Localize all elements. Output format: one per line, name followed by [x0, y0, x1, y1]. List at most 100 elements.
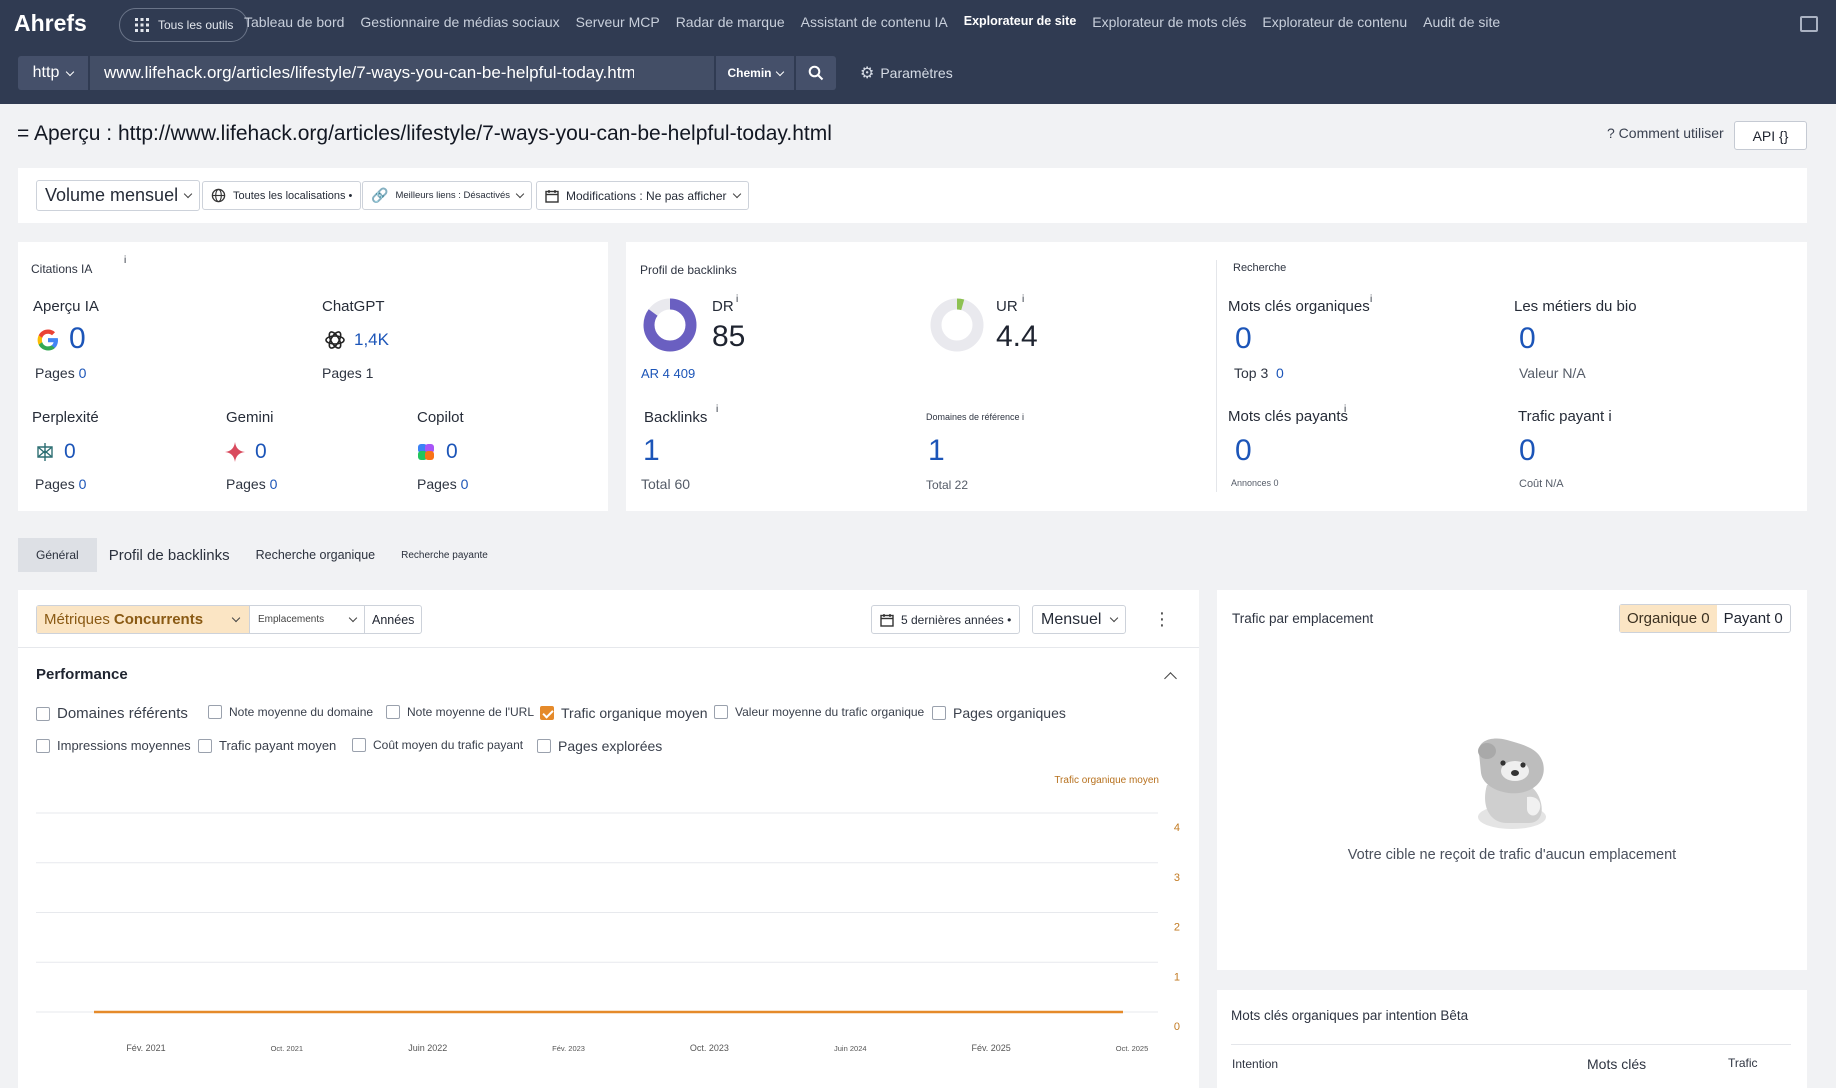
bio-value[interactable]: 0: [1519, 322, 1536, 356]
protocol-select[interactable]: http: [18, 56, 88, 90]
changes-select[interactable]: Modifications : Ne pas afficher: [536, 181, 749, 210]
search-button[interactable]: [796, 56, 836, 90]
checkbox-label: Pages explorées: [558, 738, 663, 754]
how-to-link[interactable]: ? Comment utiliser: [1607, 125, 1724, 141]
ur-value: 4.4: [996, 320, 1038, 353]
checkbox-icon[interactable]: [540, 706, 554, 720]
organic-keywords-value[interactable]: 0: [1235, 322, 1252, 356]
checkbox-icon[interactable]: [714, 705, 728, 719]
info-icon[interactable]: i: [124, 255, 126, 266]
best-links-select[interactable]: 🔗 Meilleurs liens : Désactivés: [362, 181, 533, 210]
paid-toggle[interactable]: Payant 0: [1717, 605, 1790, 632]
tab-paid-search[interactable]: Recherche payante: [393, 538, 506, 572]
nav-item-8[interactable]: Audit de site: [1423, 14, 1500, 30]
checkbox-icon[interactable]: [36, 706, 50, 721]
metric-checkbox-4[interactable]: Valeur moyenne du trafic organique: [714, 705, 924, 719]
col-traffic[interactable]: Trafic: [1728, 1056, 1758, 1070]
ur-info-icon[interactable]: i: [1022, 294, 1024, 305]
checkbox-label: Trafic organique moyen: [561, 705, 708, 721]
ai-overview-pages: Pages 0: [35, 365, 87, 381]
metric-select-value: Concurrents: [113, 611, 204, 628]
interval-select[interactable]: Mensuel: [1032, 605, 1127, 634]
paid-traffic-value[interactable]: 0: [1519, 434, 1536, 468]
checkbox-icon[interactable]: [36, 738, 50, 753]
ai-citations-title: Citations IA: [31, 262, 93, 276]
checkbox-icon[interactable]: [198, 738, 212, 753]
checkbox-label: Valeur moyenne du trafic organique: [735, 705, 925, 719]
settings-button[interactable]: ⚙ Paramètres: [860, 63, 953, 83]
locations-toggle[interactable]: Emplacements: [249, 606, 364, 633]
perplexity-icon: [37, 443, 53, 461]
location-title: Trafic par emplacement: [1232, 611, 1374, 626]
organic-keywords-info-icon[interactable]: i: [1370, 294, 1372, 305]
nav-item-2[interactable]: Serveur MCP: [576, 14, 660, 30]
perplexity-value[interactable]: 0: [64, 440, 76, 464]
paid-keywords-info-icon[interactable]: i: [1344, 404, 1346, 415]
backlinks-info-icon[interactable]: i: [716, 404, 718, 415]
ar-value[interactable]: AR 4 409: [641, 366, 695, 381]
page-title: = Aperçu : http://www.lifehack.org/artic…: [17, 122, 832, 145]
collapse-icon[interactable]: [1164, 670, 1177, 686]
tab-backlinks-profile[interactable]: Profil de backlinks: [97, 538, 248, 572]
paid-keywords-value[interactable]: 0: [1235, 434, 1252, 468]
metric-checkbox-7[interactable]: Trafic payant moyen: [198, 738, 336, 753]
backlinks-label: Backlinks: [644, 409, 708, 426]
organic-toggle[interactable]: Organique 0: [1620, 605, 1717, 632]
metric-checkbox-5[interactable]: Pages organiques: [932, 705, 1066, 721]
x-tick-label: Juin 2022: [408, 1043, 447, 1053]
url-input[interactable]: www.lifehack.org/articles/lifestyle/7-wa…: [90, 56, 714, 90]
checkbox-label: Note moyenne de l'URL: [407, 705, 535, 719]
metric-checkbox-3[interactable]: Trafic organique moyen: [540, 705, 708, 721]
nav-item-6[interactable]: Explorateur de mots clés: [1092, 14, 1246, 30]
metric-select[interactable]: Métriques Concurrents: [37, 606, 249, 633]
nav-item-1[interactable]: Gestionnaire de médias sociaux: [360, 14, 559, 30]
refdomains-total: Total 22: [926, 478, 969, 492]
traffic-by-location-card: Trafic par emplacement Organique 0 Payan…: [1217, 590, 1807, 970]
metric-checkbox-1[interactable]: Note moyenne du domaine: [208, 705, 373, 719]
checkbox-icon[interactable]: [386, 705, 400, 719]
col-keywords[interactable]: Mots clés: [1587, 1056, 1646, 1072]
search-title: Recherche: [1233, 262, 1287, 274]
col-intent[interactable]: Intention: [1232, 1057, 1278, 1071]
more-options-icon[interactable]: · · ·: [1157, 603, 1167, 635]
google-icon: [37, 329, 58, 351]
metric-checkbox-0[interactable]: Domaines référents: [36, 705, 188, 722]
empty-state-illustration: [1478, 738, 1546, 829]
metric-checkbox-6[interactable]: Impressions moyennes: [36, 738, 191, 753]
dr-info-icon[interactable]: i: [736, 294, 738, 305]
sidebar-toggle-icon[interactable]: [1800, 16, 1818, 32]
checkbox-icon[interactable]: [208, 705, 222, 719]
years-toggle[interactable]: Années: [364, 606, 421, 633]
tab-organic-search[interactable]: Recherche organique: [248, 538, 394, 572]
ai-overview-value[interactable]: 0: [69, 322, 86, 356]
volume-select[interactable]: Volume mensuel: [36, 180, 201, 211]
refdomains-value[interactable]: 1: [928, 434, 945, 468]
metric-checkbox-9[interactable]: Pages explorées: [537, 738, 662, 754]
divider: [18, 647, 1199, 648]
paid-traffic-label: Trafic payant i: [1518, 408, 1612, 425]
ahrefs-logo[interactable]: Ahrefs: [14, 10, 87, 37]
metric-checkbox-8[interactable]: Coût moyen du trafic payant: [352, 738, 523, 752]
backlinks-value[interactable]: 1: [643, 434, 660, 468]
copilot-value[interactable]: 0: [446, 440, 458, 464]
nav-item-4[interactable]: Assistant de contenu IA: [801, 14, 948, 30]
checkbox-icon[interactable]: [352, 738, 366, 752]
period-select[interactable]: 5 dernières années •: [871, 605, 1021, 634]
filters-bar: Volume mensuel Toutes les localisations …: [18, 168, 1807, 223]
checkbox-icon[interactable]: [932, 706, 946, 720]
api-button[interactable]: API {}: [1734, 121, 1807, 150]
checkbox-icon[interactable]: [537, 739, 551, 753]
mode-select[interactable]: Chemin: [716, 56, 794, 90]
nav-item-7[interactable]: Explorateur de contenu: [1262, 14, 1407, 30]
gemini-value[interactable]: 0: [255, 440, 267, 464]
nav-item-5[interactable]: Explorateur de site: [964, 14, 1077, 30]
tab-general[interactable]: Général: [18, 538, 97, 572]
all-tools-button[interactable]: Tous les outils: [119, 8, 249, 42]
locations-select[interactable]: Toutes les localisations •: [202, 181, 362, 210]
performance-panel: Métriques Concurrents Emplacements Année…: [18, 590, 1199, 1088]
metric-checkbox-2[interactable]: Note moyenne de l'URL: [386, 705, 534, 719]
search-icon: [808, 65, 824, 81]
nav-item-0[interactable]: Tableau de bord: [244, 14, 344, 30]
chatgpt-value[interactable]: 1,4K: [354, 330, 389, 350]
nav-item-3[interactable]: Radar de marque: [676, 14, 785, 30]
